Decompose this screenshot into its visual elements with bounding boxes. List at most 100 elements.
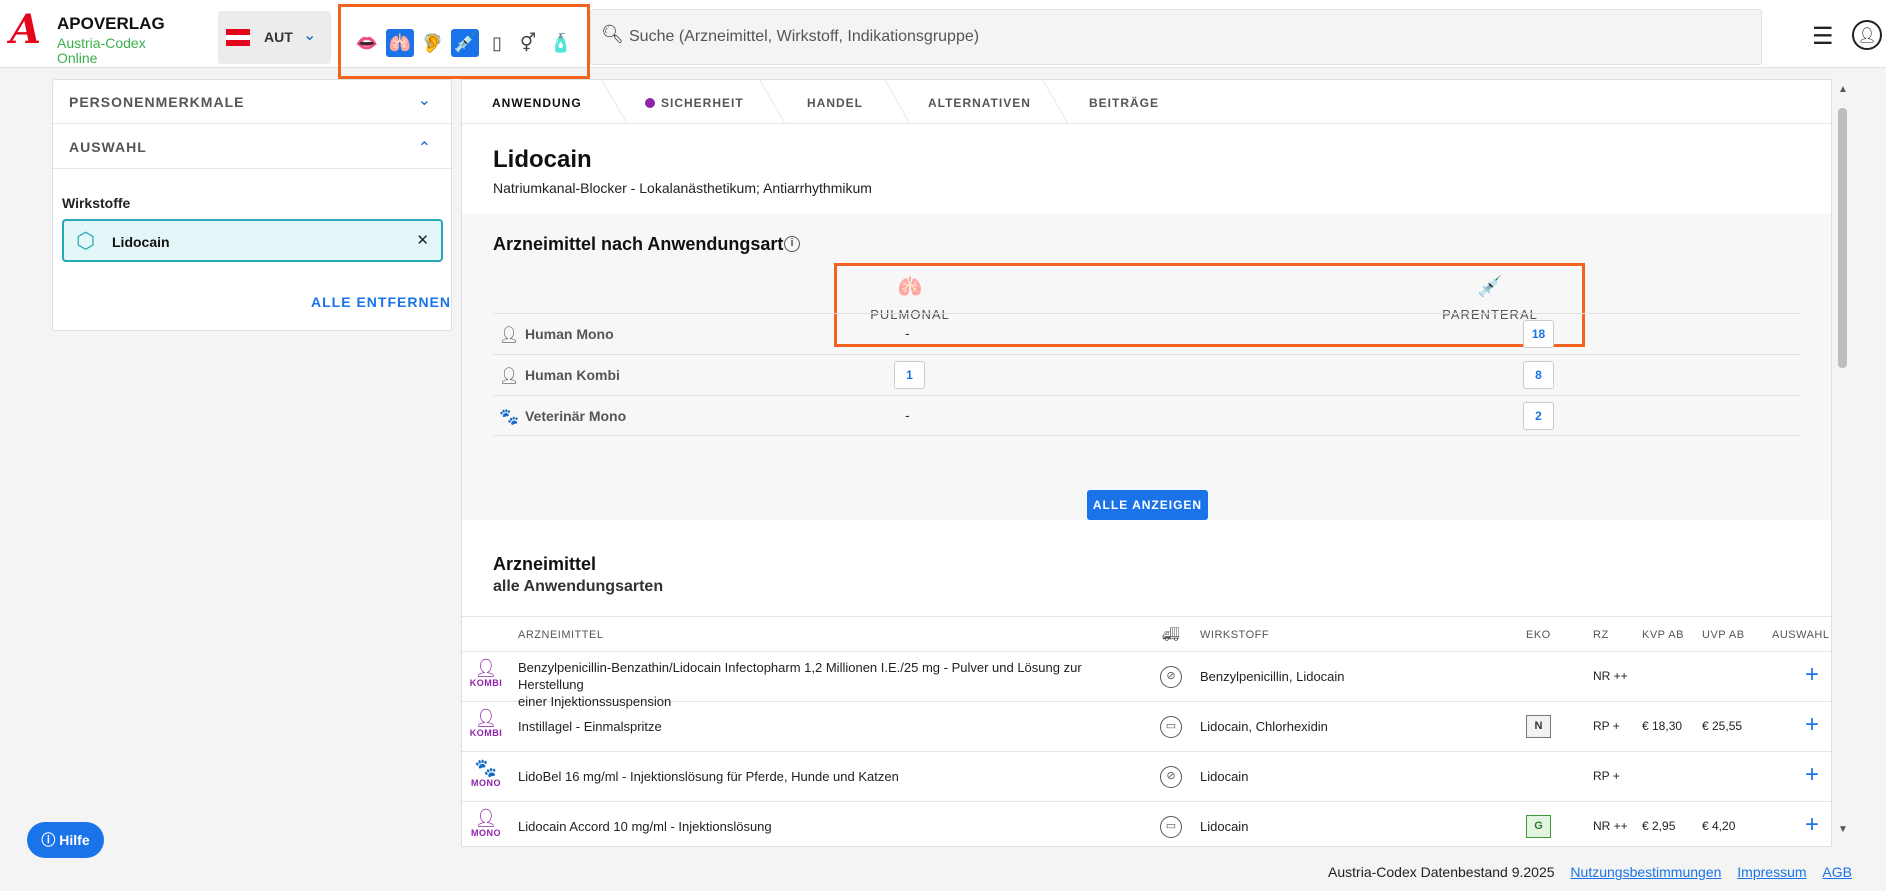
scroll-down-arrow-icon[interactable]: ▼ [1838, 824, 1848, 835]
header-auswahl: AUSWAHL [1772, 629, 1830, 641]
person-icon: 👤︎ [474, 808, 498, 828]
syringe-icon: 💉 [1477, 276, 1503, 298]
help-label: Hilfe [59, 832, 90, 848]
search-input[interactable] [629, 18, 1729, 56]
application-title: Arzneimittel nach Anwendungsart [493, 234, 784, 254]
bottles-icon[interactable]: 🧴 [547, 29, 575, 57]
header: A APOVERLAG Austria-Codex Online AUT ⌄ 👄… [0, 0, 1886, 79]
paw-icon: 🐾 [499, 409, 519, 426]
header-kvp[interactable]: KVP AB [1642, 629, 1684, 641]
wirkstoff-chip[interactable]: ⬡ Lidocain ✕ [62, 219, 443, 262]
header-uvp[interactable]: UVP AB [1702, 629, 1745, 641]
wirkstoffe-heading: Wirkstoffe [62, 195, 131, 211]
mono-badge: 👤︎ MONO [468, 808, 504, 838]
hamburger-menu-icon[interactable]: ☰ [1812, 22, 1834, 51]
pulmonal-count-button[interactable]: 1 [894, 361, 925, 389]
eko-badge: G [1526, 815, 1551, 838]
parenteral-count-button[interactable]: 2 [1523, 402, 1554, 430]
logo-mark: A [10, 6, 42, 53]
drug-name[interactable]: Instillagel - Einmalspritze [518, 718, 1138, 735]
delivery-icon: ▭ [1160, 716, 1182, 738]
agb-link[interactable]: AGB [1822, 864, 1852, 880]
no-delivery-icon: ⊘ [1160, 766, 1182, 788]
tab-separator [601, 80, 628, 124]
page-title: Lidocain [493, 146, 592, 173]
lips-icon[interactable]: 👄 [353, 29, 381, 57]
wirkstoff-value: Lidocain [1200, 769, 1249, 784]
wirkstoff-value: Lidocain [1200, 819, 1249, 834]
tab-anwendung[interactable]: ANWENDUNG [492, 96, 582, 110]
add-button[interactable]: + [1805, 813, 1819, 837]
remove-all-button[interactable]: ALLE ENTFERNEN [311, 294, 451, 310]
tab-alternativen[interactable]: ALTERNATIVEN [928, 96, 1031, 110]
info-icon[interactable]: i [784, 236, 800, 252]
kombi-badge: 👤︎ KOMBI [468, 708, 504, 738]
country-selector[interactable]: AUT ⌄ [218, 11, 331, 64]
drug-name[interactable]: LidoBel 16 mg/ml - Injektionslösung für … [518, 768, 1138, 785]
chip-label: Lidocain [112, 234, 170, 250]
add-button[interactable]: + [1805, 663, 1819, 687]
parenteral-count-button[interactable]: 8 [1523, 361, 1554, 389]
table-row[interactable]: 👤︎ KOMBI Benzylpenicillin-Benzathin/Lidoc… [462, 652, 1831, 709]
drug-name[interactable]: Lidocain Accord 10 mg/ml - Injektionslös… [518, 818, 1138, 835]
header-arzneimittel[interactable]: ARZNEIMITTEL [518, 629, 603, 641]
application-panel: Arzneimittel nach Anwendungsart i 🫁 PULM… [462, 214, 1831, 520]
no-delivery-icon: ⊘ [1160, 666, 1182, 688]
person-outline-icon: 👤︎ [499, 368, 520, 385]
pulmonal-value: - [905, 407, 910, 423]
personenmerkmale-section[interactable]: PERSONENMERKMALE ⌄ [53, 80, 451, 124]
header-eko[interactable]: EKO [1526, 629, 1551, 641]
badge-label: MONO [471, 778, 501, 788]
lungs-icon[interactable]: 🫁 [386, 29, 414, 57]
auswahl-section[interactable]: AUSWAHL ⌃ [53, 125, 451, 169]
table-row[interactable]: 🐾 MONO LidoBel 16 mg/ml - Injektionslösun… [462, 752, 1831, 802]
country-code: AUT [264, 29, 293, 45]
logo[interactable]: A APOVERLAG Austria-Codex Online [10, 6, 170, 67]
table-header: ARZNEIMITTEL 🚚︎ WIRKSTOFF EKO RZ KVP AB … [462, 616, 1831, 652]
delivery-icon: ▭ [1160, 816, 1182, 838]
ear-icon[interactable]: 🦻 [419, 29, 447, 57]
help-button[interactable]: ⓘ Hilfe [27, 822, 104, 858]
gender-icon[interactable]: ⚥ [514, 29, 542, 57]
parenteral-count-button[interactable]: 18 [1523, 320, 1554, 348]
search-bar: 🔍︎ [590, 9, 1762, 65]
tab-handel[interactable]: HANDEL [807, 96, 863, 110]
row-label: Human Mono [525, 326, 614, 342]
syringe-icon[interactable]: 💉 [451, 29, 479, 57]
rz-value: RP + [1593, 769, 1620, 783]
logo-title: APOVERLAG [57, 14, 165, 33]
header-rz[interactable]: RZ [1593, 629, 1609, 641]
badge-label: KOMBI [469, 728, 503, 738]
hexagon-icon: ⬡ [76, 228, 96, 253]
terms-link[interactable]: Nutzungsbestimmungen [1570, 864, 1721, 880]
tab-separator [1042, 80, 1069, 124]
show-all-button[interactable]: ALLE ANZEIGEN [1087, 490, 1208, 520]
suppository-icon[interactable]: ▯ [483, 29, 511, 57]
tab-label: SICHERHEIT [661, 96, 744, 110]
imprint-link[interactable]: Impressum [1737, 864, 1806, 880]
tab-beitraege[interactable]: BEITRÄGE [1089, 96, 1159, 110]
tab-sicherheit[interactable]: SICHERHEIT [645, 96, 744, 110]
add-button[interactable]: + [1805, 713, 1819, 737]
table-row[interactable]: 👤︎ KOMBI Instillagel - Einmalspritze ▭ Li… [462, 702, 1831, 752]
scroll-up-arrow-icon[interactable]: ▲ [1838, 84, 1848, 95]
table-row: 🐾 Veterinär Mono - 2 [493, 395, 1801, 436]
page-subtitle: Natriumkanal-Blocker - Lokalanästhetikum… [493, 180, 872, 196]
scrollbar[interactable]: ▲ ▼ [1835, 84, 1851, 840]
person-outline-icon: 👤︎ [474, 708, 498, 728]
sidebar: PERSONENMERKMALE ⌄ AUSWAHL ⌃ Wirkstoffe … [52, 79, 452, 331]
user-avatar-icon[interactable]: 👤︎ [1852, 20, 1882, 50]
paw-icon: 🐾 [474, 758, 498, 778]
add-button[interactable]: + [1805, 763, 1819, 787]
scroll-thumb[interactable] [1838, 108, 1847, 368]
person-icon: 👤︎ [499, 327, 520, 344]
close-icon[interactable]: ✕ [416, 231, 429, 249]
table-row[interactable]: 👤︎ MONO Lidocain Accord 10 mg/ml - Injekt… [462, 802, 1831, 846]
mono-badge: 🐾 MONO [468, 758, 504, 788]
kvp-value: € 2,95 [1642, 819, 1676, 833]
search-icon: 🔍︎ [601, 24, 624, 44]
chevron-down-icon: ⌄ [303, 27, 317, 44]
header-wirkstoff[interactable]: WIRKSTOFF [1200, 629, 1269, 641]
badge-label: MONO [471, 828, 501, 838]
rz-value: RP + [1593, 719, 1620, 733]
